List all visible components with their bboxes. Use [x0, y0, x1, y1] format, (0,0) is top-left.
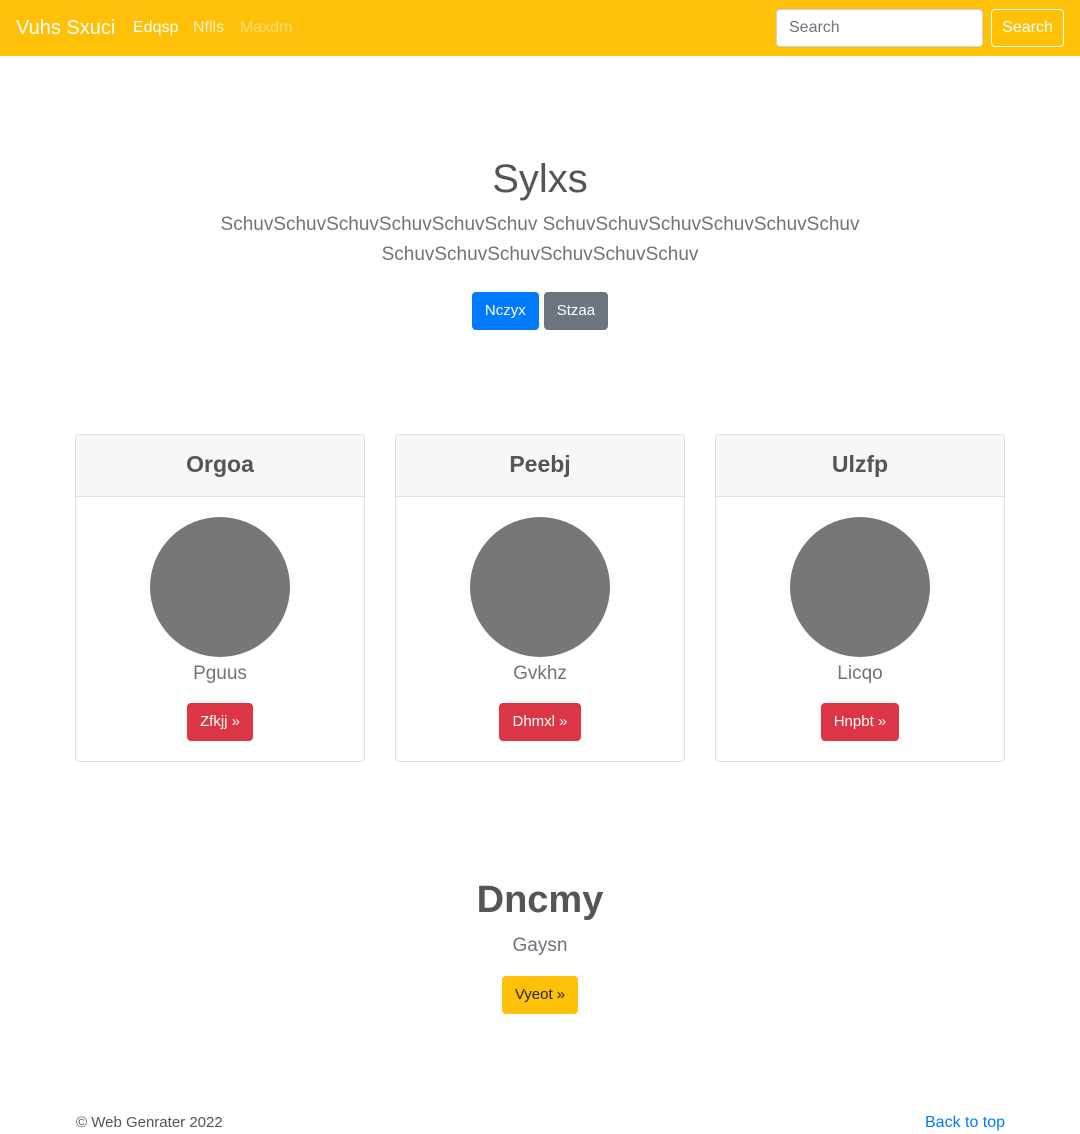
hero-primary-button[interactable]: Nczyx [471, 292, 539, 330]
section-title: Dncmy [476, 879, 604, 921]
card-text: Gvkhz [513, 663, 567, 684]
card-orgoa: Orgoa Pguus Zfkjj » [75, 434, 365, 762]
card-header: Peebj [396, 435, 684, 497]
navbar-brand[interactable]: Vuhs Sxuci [16, 15, 115, 41]
card-button[interactable]: Dhmxl » [499, 703, 581, 741]
nav-link-edqsp[interactable]: Edqsp [133, 18, 178, 38]
card-header: Orgoa [76, 435, 364, 497]
footer-copyright: © Web Genrater 2022 [76, 1114, 223, 1131]
card-header: Ulzfp [716, 435, 1004, 497]
search-button[interactable]: Search [991, 9, 1064, 47]
card-text: Pguus [193, 663, 247, 684]
section-subtitle: Gaysn [512, 935, 568, 956]
hero-buttons: Nczyx Stzaa [0, 292, 1080, 330]
hero-secondary-button[interactable]: Stzaa [543, 292, 609, 330]
card-text: Licqo [837, 663, 883, 684]
card-peebj: Peebj Gvkhz Dhmxl » [395, 434, 685, 762]
avatar-placeholder [790, 517, 930, 657]
card-button[interactable]: Zfkjj » [186, 703, 253, 741]
search-input[interactable] [776, 9, 983, 47]
back-to-top-link[interactable]: Back to top [925, 1113, 1005, 1133]
card-ulzfp: Ulzfp Licqo Hnpbt » [715, 434, 1005, 762]
card-button[interactable]: Hnpbt » [820, 703, 900, 741]
top-navbar: Vuhs Sxuci Edqsp Nflls Maxdm Search [0, 0, 1080, 56]
avatar-placeholder [150, 517, 290, 657]
hero-lead: SchuvSchuvSchuvSchuvSchuvSchuv SchuvSchu… [220, 214, 860, 265]
nav-link-nflls[interactable]: Nflls [193, 18, 224, 38]
section-button[interactable]: Vyeot » [501, 976, 579, 1014]
avatar-placeholder [470, 517, 610, 657]
nav-link-maxdm[interactable]: Maxdm [240, 18, 292, 38]
hero-title: Sylxs [492, 157, 588, 201]
